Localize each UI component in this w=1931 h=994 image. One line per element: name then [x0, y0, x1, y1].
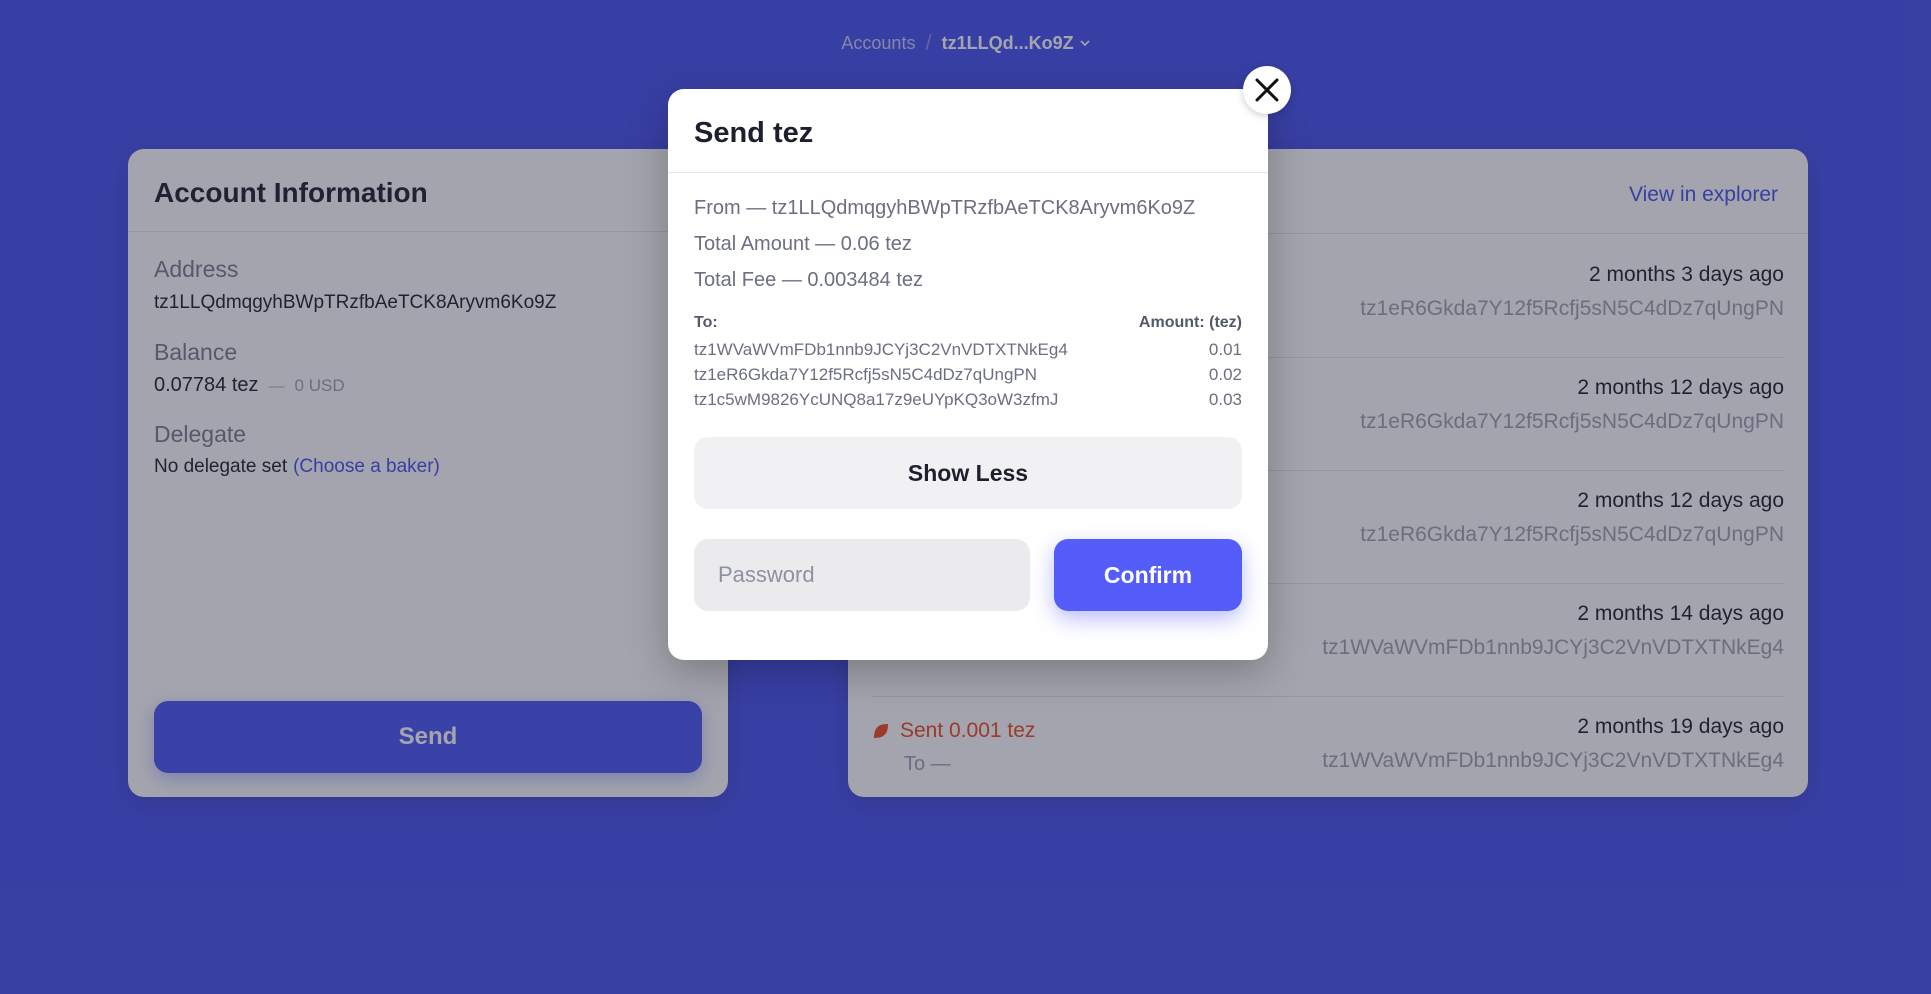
recipients-header-amount: Amount: (tez)	[1138, 314, 1242, 331]
confirm-button[interactable]: Confirm	[1054, 539, 1242, 611]
page: Accounts / tz1LLQd...Ko9Z Account Inform…	[0, 0, 1931, 994]
show-less-button[interactable]: Show Less	[694, 437, 1242, 509]
total-amount-line: Total Amount — 0.06 tez	[694, 233, 912, 255]
recipients-header-row: To: Amount: (tez)	[694, 314, 1242, 338]
recipient-address: tz1c5wM9826YcUNQ8a17z9eUYpKQ3oW3zfmJ	[694, 390, 1059, 409]
recipient-amount: 0.02	[1208, 365, 1242, 384]
total-fee-line: Total Fee — 0.003484 tez	[694, 269, 924, 291]
recipient-amount: 0.03	[1208, 390, 1242, 409]
send-tez-modal: Send tez From — tz1LLQdmqgyhBWpTRzfbAeTC…	[668, 89, 1268, 660]
recipient-address: tz1WVaWVmFDb1nnb9JCYj3C2VnVDTXTNkEg4	[694, 340, 1068, 359]
recipients-table: To: Amount: (tez) tz1WVaWVmFDb1nnb9JCYj3…	[694, 314, 1242, 413]
recipients-header-to: To:	[694, 314, 718, 331]
recipient-row: tz1eR6Gkda7Y12f5Rcfj5sN5C4dDz7qUngPN 0.0…	[694, 363, 1242, 388]
recipient-row: tz1c5wM9826YcUNQ8a17z9eUYpKQ3oW3zfmJ 0.0…	[694, 388, 1242, 413]
modal-title: Send tez	[668, 89, 1268, 173]
recipient-amount: 0.01	[1208, 340, 1242, 359]
password-input[interactable]	[694, 539, 1030, 611]
close-icon	[1255, 78, 1279, 102]
modal-body: From — tz1LLQdmqgyhBWpTRzfbAeTCK8Aryvm6K…	[668, 173, 1268, 611]
confirm-row: Confirm	[694, 539, 1242, 611]
recipient-row: tz1WVaWVmFDb1nnb9JCYj3C2VnVDTXTNkEg4 0.0…	[694, 338, 1242, 363]
from-line: From — tz1LLQdmqgyhBWpTRzfbAeTCK8Aryvm6K…	[694, 197, 1196, 219]
recipient-address: tz1eR6Gkda7Y12f5Rcfj5sN5C4dDz7qUngPN	[694, 365, 1038, 384]
close-modal-button[interactable]	[1243, 66, 1291, 114]
